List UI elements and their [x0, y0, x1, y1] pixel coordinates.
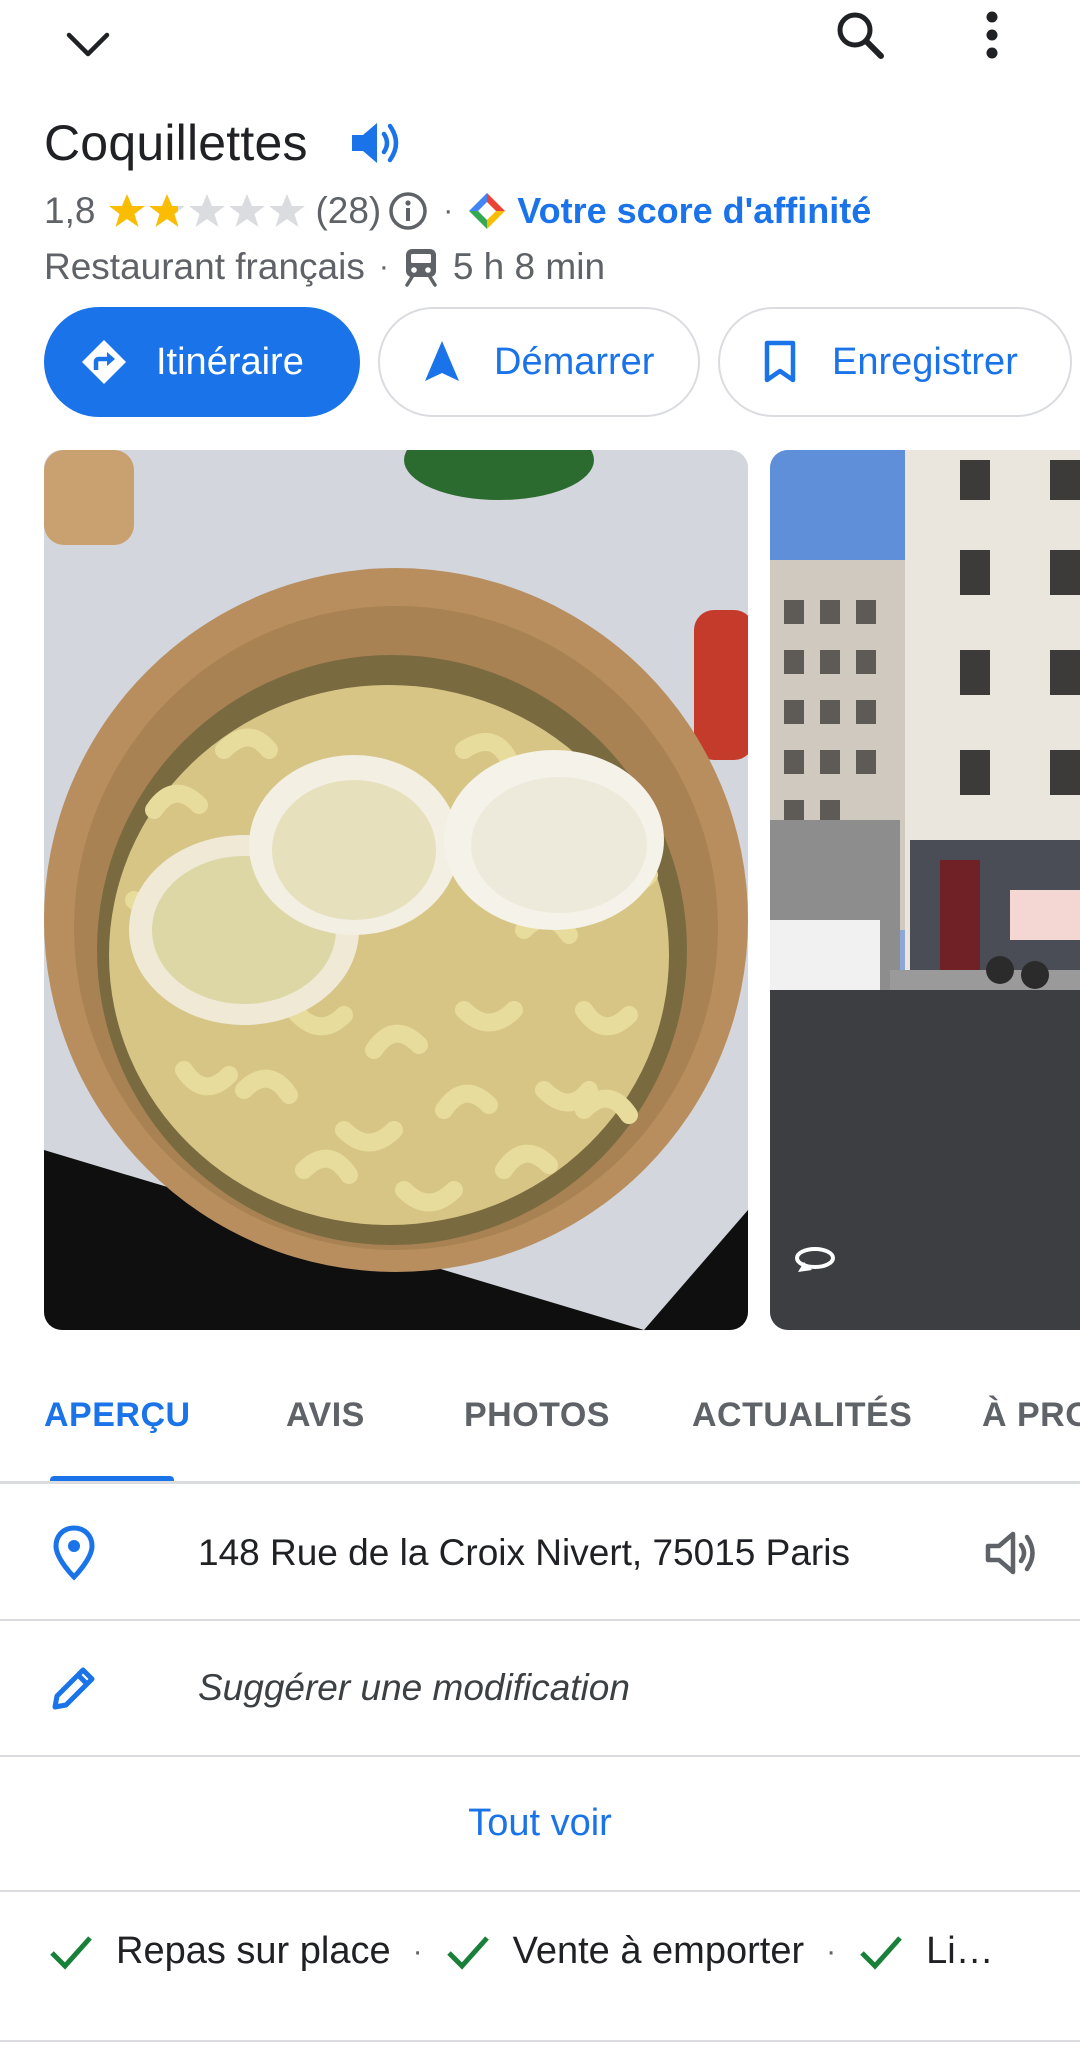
suggest-edit-text: Suggérer une modification: [198, 1667, 630, 1708]
location-pin-icon: [44, 1523, 104, 1583]
search-icon[interactable]: [820, 0, 900, 70]
rating-value: 1,8: [44, 190, 96, 231]
star-rating: [107, 191, 307, 231]
directions-button[interactable]: Itinéraire: [44, 307, 360, 417]
chevron-down-icon[interactable]: [50, 10, 126, 80]
tab-bar: APERÇU AVIS PHOTOS ACTUALITÉS À PRO: [0, 1362, 1080, 1484]
place-title: Coquillettes: [44, 115, 308, 171]
amenity-item: Li…: [926, 1930, 994, 1972]
amenities-row: Repas sur place · Vente à emporter · Li…: [0, 1892, 1080, 2042]
save-button[interactable]: Enregistrer: [718, 307, 1072, 417]
affinity-diamond-icon: [469, 193, 506, 229]
action-buttons: Itinéraire Démarrer Enregistrer: [44, 307, 1072, 417]
address-text: 148 Rue de la Croix Nivert, 75015 Paris: [198, 1532, 850, 1573]
star-icon: [229, 194, 266, 227]
check-icon: [446, 1935, 489, 1970]
amenity-item: Vente à emporter: [512, 1930, 805, 1972]
tab-photos[interactable]: PHOTOS: [464, 1396, 610, 1435]
pencil-icon: [44, 1658, 104, 1718]
save-label: Enregistrer: [832, 340, 1018, 383]
star-icon: [149, 194, 186, 227]
star-icon: [189, 194, 226, 227]
speaker-icon[interactable]: [982, 1523, 1042, 1583]
title-row: Coquillettes: [44, 108, 404, 178]
place-category: Restaurant français: [44, 246, 365, 287]
top-bar: [0, 0, 1080, 90]
affinity-score-link[interactable]: Votre score d'affinité: [517, 190, 871, 232]
speaker-icon[interactable]: [348, 115, 404, 171]
tab-reviews[interactable]: AVIS: [286, 1396, 365, 1435]
separator-dot: ·: [412, 1934, 423, 1968]
suggest-edit-row[interactable]: Suggérer une modification: [0, 1621, 1080, 1757]
address-row[interactable]: 148 Rue de la Croix Nivert, 75015 Paris: [0, 1487, 1080, 1621]
check-icon: [860, 1935, 902, 1970]
info-icon[interactable]: [387, 190, 429, 232]
separator-dot: ·: [378, 250, 389, 283]
separator-dot: ·: [826, 1934, 837, 1968]
food-photo[interactable]: [44, 450, 748, 1330]
amenity-item: Repas sur place: [116, 1930, 391, 1972]
directions-label: Itinéraire: [156, 340, 304, 383]
transit-time: 5 h 8 min: [452, 246, 606, 287]
start-navigation-button[interactable]: Démarrer: [378, 307, 700, 417]
start-label: Démarrer: [494, 340, 655, 383]
rating-row: 1,8 (28) · Votre score d'affinité: [44, 186, 871, 236]
street-view-rotate-icon: [795, 1247, 835, 1272]
star-icon: [109, 194, 146, 227]
tab-updates[interactable]: ACTUALITÉS: [692, 1396, 912, 1435]
navigation-arrow-icon: [418, 338, 466, 386]
directions-icon: [80, 338, 128, 386]
separator-dot: ·: [443, 194, 454, 227]
street-view-photo[interactable]: [770, 450, 1080, 1330]
review-count[interactable]: (28): [315, 190, 381, 232]
bookmark-icon: [756, 338, 804, 386]
see-all-link[interactable]: Tout voir: [468, 1802, 612, 1845]
train-icon: [405, 249, 437, 287]
photo-carousel[interactable]: [44, 450, 1080, 1330]
tab-overview[interactable]: APERÇU: [44, 1396, 191, 1435]
more-vert-icon[interactable]: [962, 0, 1022, 70]
check-icon: [50, 1935, 92, 1970]
star-icon: [269, 194, 306, 227]
tab-about[interactable]: À PRO: [982, 1396, 1080, 1435]
see-all-row[interactable]: Tout voir: [0, 1757, 1080, 1892]
category-row: Restaurant français · 5 h 8 min: [44, 242, 605, 292]
tab-active-indicator: [50, 1476, 174, 1481]
